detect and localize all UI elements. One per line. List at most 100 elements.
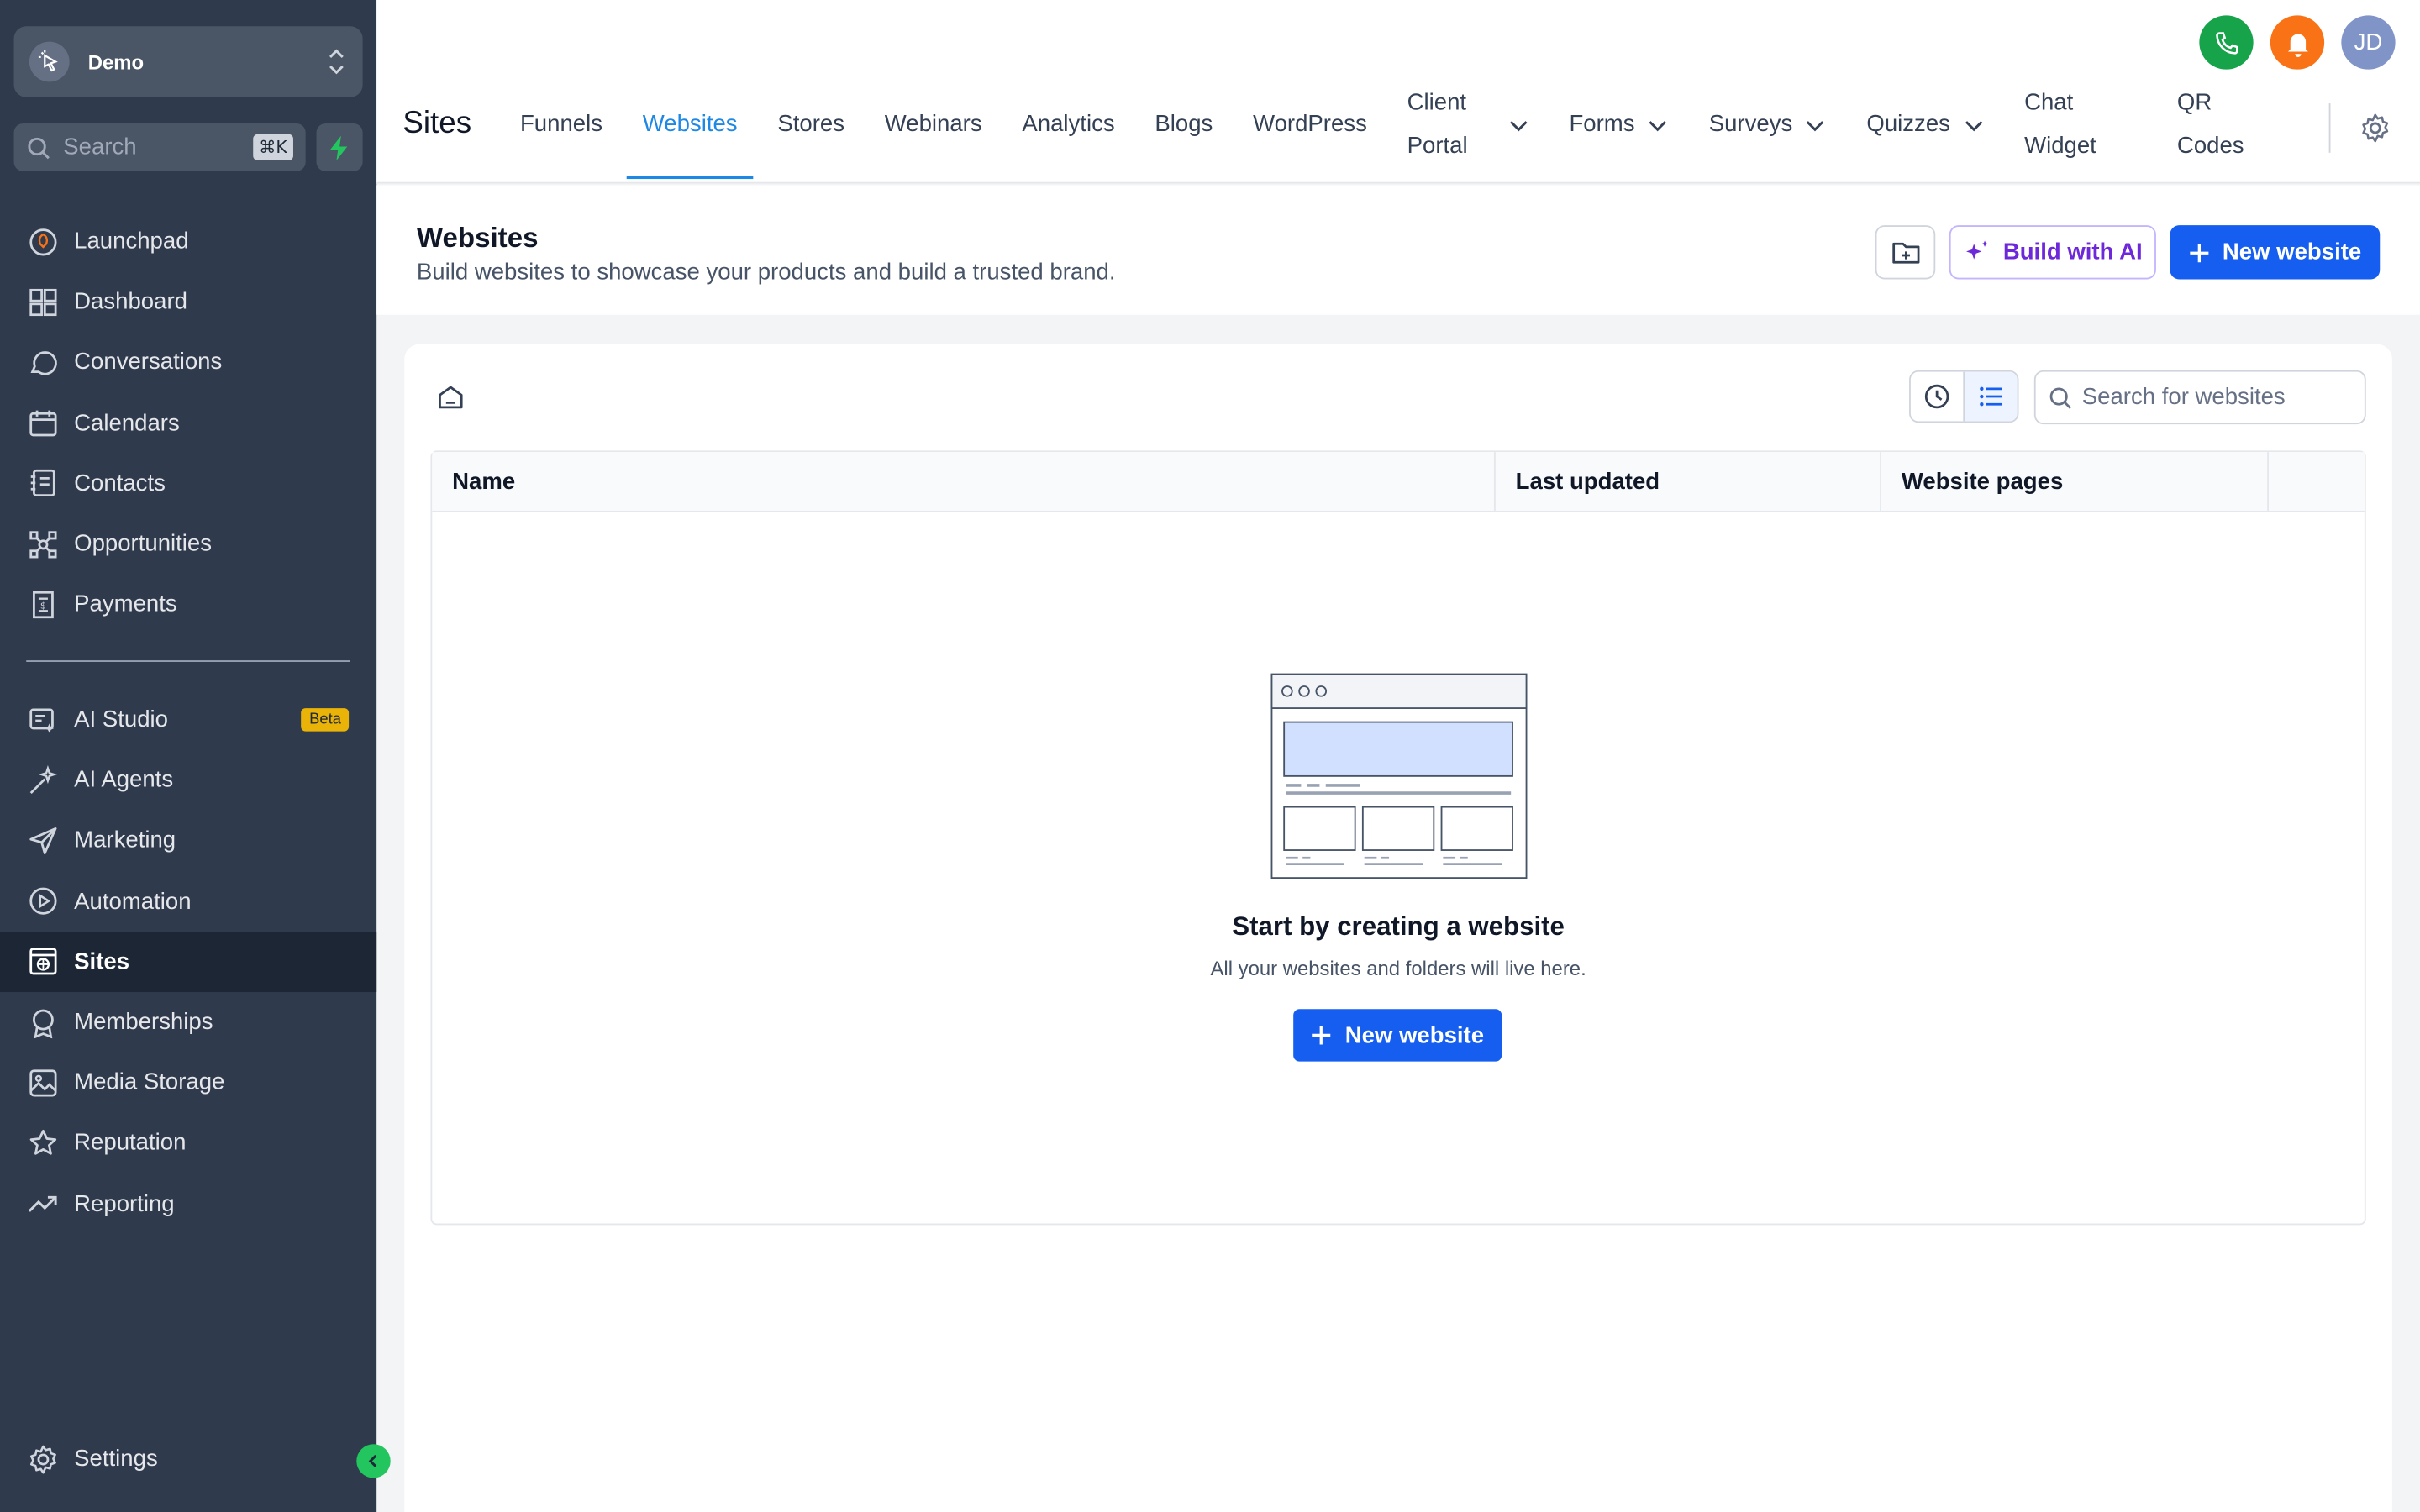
sidebar-item-sites[interactable]: Sites — [0, 931, 377, 992]
tab-label-line: QR — [2176, 89, 2212, 116]
empty-state-subtitle: All your websites and folders will live … — [1210, 956, 1586, 980]
table-header: Name Last updated Website pages — [432, 452, 2365, 512]
tab-label: Analytics — [1022, 111, 1115, 138]
sidebar-item-reputation[interactable]: Reputation — [0, 1113, 376, 1173]
sidebar-item-label: Dashboard — [74, 288, 187, 316]
chevron-down-icon — [1509, 121, 1528, 132]
phone-button[interactable] — [2199, 15, 2254, 70]
tab-webinars[interactable]: Webinars — [865, 81, 1002, 171]
list-icon — [1980, 386, 2002, 407]
tab-label: Surveys — [1708, 111, 1793, 138]
empty-new-website-button[interactable]: New website — [1293, 1009, 1502, 1062]
receipt-icon: $ — [33, 591, 54, 618]
trend-up-icon — [28, 1196, 57, 1213]
tab-forms[interactable]: Forms — [1549, 81, 1689, 171]
websites-card: Search for websites Name Last updated We… — [404, 344, 2392, 1512]
rocket-icon — [29, 228, 57, 255]
website-search-input[interactable]: Search for websites — [2033, 370, 2366, 425]
sidebar-item-label: Contacts — [74, 470, 166, 497]
quick-action-button[interactable] — [316, 123, 363, 171]
tab-analytics[interactable]: Analytics — [1002, 81, 1135, 171]
tabs-separator — [2328, 103, 2331, 153]
dashboard-icon — [29, 288, 57, 316]
tab-websites[interactable]: Websites — [623, 81, 758, 180]
tab-quizzes[interactable]: Quizzes — [1847, 81, 2005, 171]
sidebar-item-reporting[interactable]: Reporting — [0, 1173, 376, 1234]
view-toggle — [1909, 370, 2019, 423]
account-switcher[interactable]: Demo — [13, 26, 363, 97]
sidebar-item-label: Memberships — [74, 1009, 213, 1036]
sidebar-search[interactable]: Search ⌘K — [13, 123, 306, 171]
tab-label-line: Chat — [2024, 89, 2074, 116]
column-last-updated[interactable]: Last updated — [1496, 452, 1881, 511]
tab-client-portal[interactable]: Client Portal — [1387, 81, 1549, 171]
sidebar-item-label: Sites — [74, 948, 130, 975]
sidebar-item-memberships[interactable]: Memberships — [0, 992, 376, 1053]
sidebar-nav-primary: Launchpad Dashboard Conversations Calend… — [0, 212, 376, 635]
sidebar-item-ai-agents[interactable]: AI Agents — [0, 750, 376, 811]
beta-badge: Beta — [301, 708, 350, 732]
tab-funnels[interactable]: Funnels — [500, 81, 623, 171]
sidebar-item-calendars[interactable]: Calendars — [0, 393, 376, 454]
tab-surveys[interactable]: Surveys — [1689, 81, 1847, 171]
chevron-down-icon — [1649, 121, 1667, 132]
notifications-button[interactable] — [2270, 15, 2325, 70]
tab-label: Stores — [777, 111, 844, 138]
empty-website-illustration — [1270, 673, 1528, 879]
home-icon — [439, 386, 463, 409]
home-breadcrumb[interactable] — [437, 383, 465, 418]
sidebar-item-contacts[interactable]: Contacts — [0, 454, 376, 514]
sidebar-item-conversations[interactable]: Conversations — [0, 333, 376, 393]
list-view-button[interactable] — [1963, 371, 2018, 422]
tab-label: Websites — [642, 111, 738, 138]
sidebar-item-launchpad[interactable]: Launchpad — [0, 212, 376, 272]
sidebar-item-label: Marketing — [74, 827, 176, 854]
new-folder-button[interactable] — [1875, 225, 1936, 280]
column-website-pages[interactable]: Website pages — [1881, 452, 2270, 511]
tab-label: Forms — [1569, 111, 1635, 138]
sidebar-item-payments[interactable]: $ Payments — [0, 574, 376, 634]
phone-icon — [2215, 31, 2238, 54]
sidebar-item-opportunities[interactable]: Opportunities — [0, 514, 376, 575]
build-with-ai-button[interactable]: Build with AI — [1949, 225, 2156, 280]
sidebar-item-label: Media Storage — [74, 1069, 225, 1096]
sidebar-item-automation[interactable]: Automation — [0, 871, 376, 932]
website-icon — [29, 948, 57, 975]
sparkles-icon — [1965, 239, 1988, 259]
new-website-button[interactable]: New website — [2170, 225, 2381, 280]
tab-qr-codes[interactable]: QR Codes — [2157, 81, 2264, 171]
sites-settings-button[interactable] — [2360, 113, 2391, 151]
column-name[interactable]: Name — [432, 452, 1496, 511]
collapse-sidebar-button[interactable] — [356, 1444, 391, 1478]
tab-label: Funnels — [519, 111, 603, 138]
chat-bubble-icon — [30, 351, 57, 375]
tab-label: Webinars — [884, 111, 982, 138]
plus-icon — [2190, 243, 2209, 262]
tab-stores[interactable]: Stores — [757, 81, 864, 171]
image-icon — [29, 1068, 57, 1096]
top-actions: JD — [2199, 15, 2396, 70]
sidebar-item-label: AI Studio — [74, 706, 168, 733]
tab-label-line: Widget — [2024, 132, 2096, 160]
user-avatar[interactable]: JD — [2341, 15, 2396, 70]
search-icon — [2049, 386, 2071, 408]
column-actions — [2269, 452, 2365, 511]
empty-new-website-label: New website — [1344, 1021, 1485, 1049]
section-subtitle: Build websites to showcase your products… — [416, 259, 1116, 286]
tab-blogs[interactable]: Blogs — [1135, 81, 1234, 171]
sidebar-item-media-storage[interactable]: Media Storage — [0, 1053, 376, 1113]
sidebar-item-marketing[interactable]: Marketing — [0, 811, 376, 871]
star-icon — [29, 1129, 57, 1155]
recent-view-button[interactable] — [1911, 372, 1963, 422]
sidebar-footer: Settings — [0, 1429, 376, 1489]
sidebar-item-label: Conversations — [74, 349, 223, 376]
sidebar-item-dashboard[interactable]: Dashboard — [0, 272, 376, 333]
sidebar-item-ai-studio[interactable]: AI Studio Beta — [0, 690, 376, 750]
sidebar-divider — [26, 660, 350, 662]
tab-wordpress[interactable]: WordPress — [1233, 81, 1387, 171]
sidebar-item-label: Launchpad — [74, 228, 189, 255]
sites-tabs: Funnels Websites Stores Webinars Analyti… — [500, 81, 2264, 180]
sidebar-item-label: Automation — [74, 888, 192, 915]
tab-chat-widget[interactable]: Chat Widget — [2004, 81, 2157, 171]
sidebar-item-settings[interactable]: Settings — [0, 1429, 376, 1489]
